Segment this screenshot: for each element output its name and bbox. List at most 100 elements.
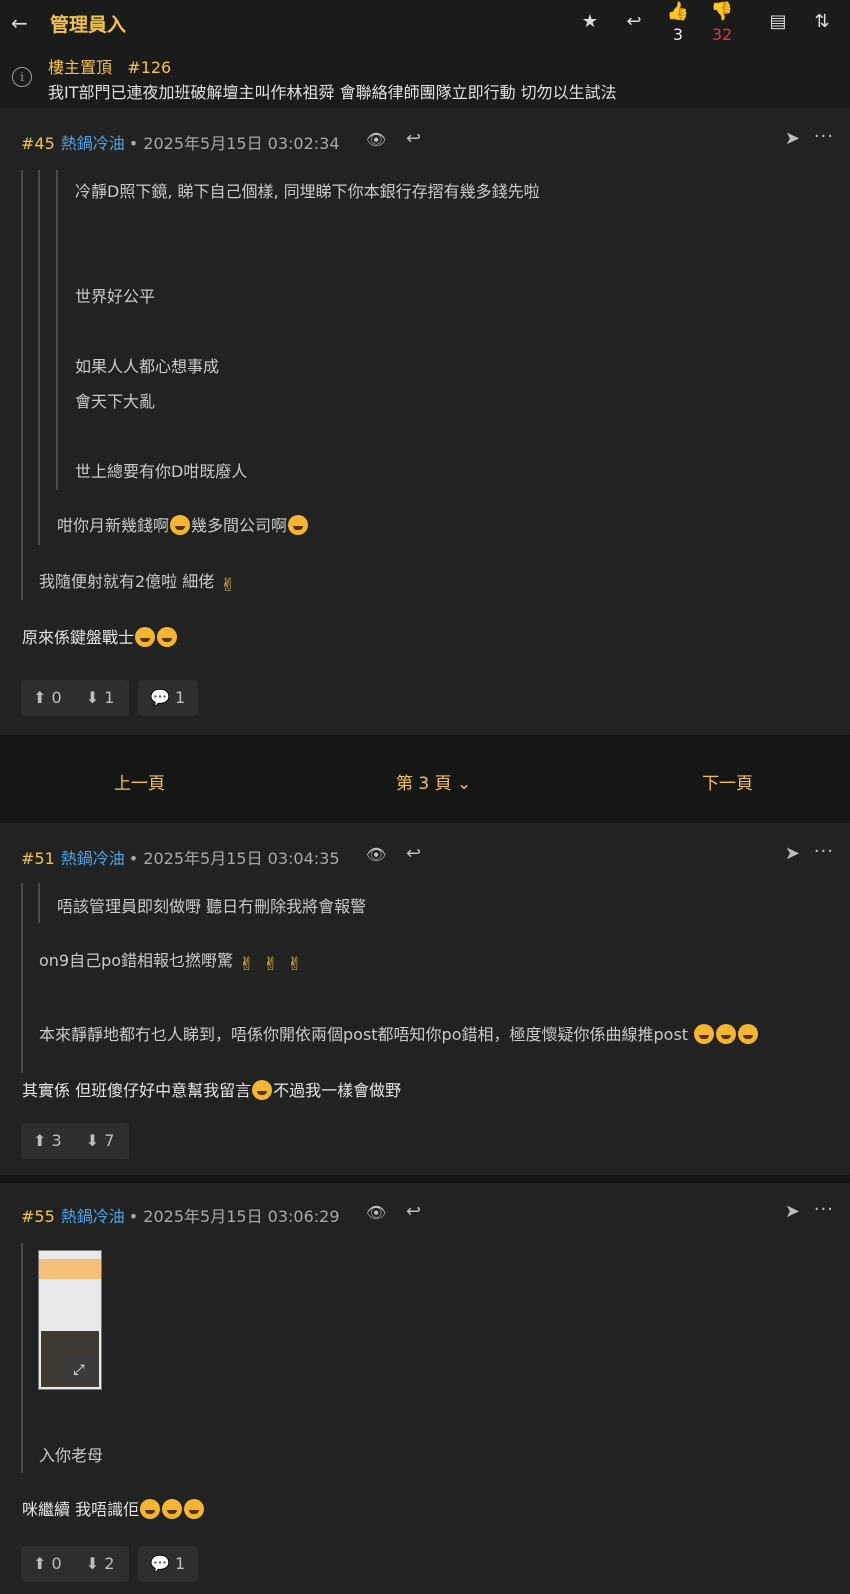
prev-page-button[interactable]: 上一頁 — [114, 769, 165, 794]
share-icon[interactable]: ➤ — [785, 1201, 800, 1222]
laugh-emoji-icon — [252, 1080, 273, 1100]
quote-line: 我隨便射就有2億啦 細佬 ✌ — [39, 568, 243, 597]
quote-line: 咁你月新幾錢啊 幾多間公司啊 — [57, 512, 309, 536]
share-icon[interactable]: ➤ — [785, 128, 800, 149]
post-55: #55 熱鍋冷油 • 2025年5月15日 03:06:29 👁 ↩ ➤ ··· 入… — [0, 1183, 850, 1594]
image-icon[interactable]: ▤ — [766, 12, 790, 32]
post-number[interactable]: #55 — [21, 1207, 55, 1226]
image-thumbnail[interactable]: ⤢ — [38, 1250, 102, 1390]
laugh-emoji-icon — [140, 1499, 161, 1519]
share-icon[interactable]: ➤ — [785, 843, 800, 864]
star-icon[interactable]: ★ — [578, 12, 602, 32]
info-icon: i — [12, 67, 32, 87]
thumb-up-icon[interactable]: 👍 — [666, 2, 690, 22]
upvote-count: 0 — [51, 688, 62, 707]
quote-text: 世上總要有你D咁既廢人 — [75, 462, 248, 481]
downvote-count: 2 — [104, 1554, 115, 1573]
upvote-button[interactable]: ⬆ 3 — [33, 1131, 74, 1150]
upvote-button[interactable]: ⬆ 0 — [33, 1554, 74, 1573]
quote-text: 世界好公平 — [75, 287, 156, 306]
back-arrow-icon[interactable]: ← — [11, 12, 33, 34]
author-name[interactable]: 熱鍋冷油 — [61, 134, 125, 153]
quote-bar — [56, 170, 58, 490]
comment-icon: 💬 1 — [150, 1554, 186, 1573]
quote-text: 會天下大亂 — [75, 392, 156, 411]
post-body: 咪繼續 我唔識佢 — [22, 1496, 205, 1520]
comment-icon: 💬 1 — [150, 688, 186, 707]
reply-icon[interactable]: ↩ — [406, 128, 421, 149]
author-name[interactable]: 熱鍋冷油 — [61, 849, 125, 868]
comments-button[interactable]: 💬 1 — [138, 680, 198, 716]
pinned-label-text: 樓主置頂 — [48, 58, 113, 77]
upvote-count: 3 — [51, 1131, 62, 1150]
post-number[interactable]: #45 — [21, 134, 55, 153]
reply-icon[interactable]: ↩ — [406, 843, 421, 864]
reply-icon[interactable]: ↩ — [406, 1201, 421, 1222]
cry-emoji-icon — [694, 1024, 715, 1044]
clap-emoji-icon: ✌ — [263, 954, 279, 975]
downvote-button[interactable]: ⬇ 1 — [86, 688, 127, 707]
comments-button[interactable]: 💬 1 — [138, 1546, 198, 1582]
top-bar: ← 管理員入 ★ ↩ 👍 3 👎 32 ▤ ⇅ — [0, 0, 850, 49]
quote-bar — [21, 170, 23, 600]
upvote-count: 0 — [51, 1554, 62, 1573]
cry-emoji-icon — [738, 1024, 759, 1044]
quote-text: 幾多間公司啊 — [191, 516, 288, 535]
pinned-label: 樓主置頂 #126 — [48, 54, 171, 78]
downvote-button[interactable]: ⬇ 7 — [86, 1131, 127, 1150]
more-icon[interactable]: ··· — [814, 1199, 834, 1220]
post-51: #51 熱鍋冷油 • 2025年5月15日 03:04:35 👁 ↩ ➤ ··· 唔… — [0, 823, 850, 1175]
pagination: 上一頁 第 3 頁 ⌄ 下一頁 — [0, 735, 850, 823]
clap-emoji-icon: ✌ — [239, 954, 255, 975]
thread-title[interactable]: 管理員入 — [50, 10, 126, 37]
downvote-button[interactable]: ⬇ 2 — [86, 1554, 127, 1573]
current-page: 第 3 頁 — [396, 774, 452, 794]
quote-text: 咁你月新幾錢啊 — [57, 516, 170, 535]
pinned-text: 我IT部門已連夜加班破解壇主叫作林祖舜 會聯絡律師團隊立即行動 切勿以生試法 — [48, 83, 617, 102]
chevron-down-icon: ⌄ — [457, 774, 472, 794]
more-icon[interactable]: ··· — [814, 126, 834, 147]
downvote-count: 1 — [104, 688, 115, 707]
quote-line: on9自己po錯相報乜撚嘢驚 ✌ ✌ ✌ — [39, 947, 310, 976]
upvote-button[interactable]: ⬆ 0 — [33, 688, 74, 707]
post-date: • 2025年5月15日 03:02:34 — [128, 134, 340, 153]
laugh-emoji-icon — [184, 1499, 205, 1519]
post-header: #55 熱鍋冷油 • 2025年5月15日 03:06:29 — [21, 1203, 340, 1233]
post-header: #45 熱鍋冷油 • 2025年5月15日 03:02:34 — [21, 130, 340, 160]
post-body-text: 咪繼續 我唔識佢 — [22, 1500, 140, 1519]
post-45: #45 熱鍋冷油 • 2025年5月15日 03:02:34 👁 ↩ ➤ ··· 冷… — [0, 108, 850, 735]
laugh-emoji-icon — [157, 627, 178, 647]
hide-icon[interactable]: 👁 — [366, 130, 386, 149]
hide-icon[interactable]: 👁 — [366, 1203, 386, 1222]
clap-emoji-icon: ✌ — [220, 575, 236, 596]
post-header: #51 熱鍋冷油 • 2025年5月15日 03:04:35 — [21, 845, 340, 875]
expand-icon[interactable]: ⤢ — [61, 1355, 97, 1385]
laugh-emoji-icon — [288, 515, 309, 535]
quote-text: 冷靜D照下鏡, 睇下自己個樣, 同埋睇下你本銀行存摺有幾多錢先啦 — [75, 182, 540, 201]
post-number[interactable]: #51 — [21, 849, 55, 868]
pinned-post-number: #126 — [127, 58, 172, 77]
pinned-banner[interactable]: i 樓主置頂 #126 我IT部門已連夜加班破解壇主叫作林祖舜 會聯絡律師團隊立… — [0, 48, 850, 108]
hide-icon[interactable]: 👁 — [366, 845, 386, 864]
quote-text: 唔該管理員即刻做嘢 聽日冇刪除我將會報警 — [57, 897, 367, 916]
more-icon[interactable]: ··· — [814, 841, 834, 862]
clap-emoji-icon: ✌ — [287, 954, 303, 975]
quote-bar — [38, 883, 40, 923]
quote-line: 本來靜靜地都冇乜人睇到，唔係你開依兩個post都唔知你po錯相，極度懷疑你係曲線… — [39, 1021, 759, 1045]
author-name[interactable]: 熱鍋冷油 — [61, 1207, 125, 1226]
post-body-text: 其實係 但班傻仔好中意幫我留言 — [22, 1081, 252, 1100]
downvote-count: 7 — [104, 1131, 115, 1150]
post-date: • 2025年5月15日 03:06:29 — [128, 1207, 340, 1226]
page-selector[interactable]: 第 3 頁 ⌄ — [396, 769, 471, 794]
laugh-emoji-icon — [135, 627, 156, 647]
comment-count: 1 — [175, 688, 186, 707]
comment-count: 1 — [175, 1554, 186, 1573]
thumb-down-icon[interactable]: 👎 — [710, 2, 734, 22]
sort-icon[interactable]: ⇅ — [810, 12, 834, 32]
quote-bar — [38, 170, 40, 545]
next-page-button[interactable]: 下一頁 — [702, 769, 753, 794]
reply-icon[interactable]: ↩ — [622, 12, 646, 32]
post-date: • 2025年5月15日 03:04:35 — [128, 849, 340, 868]
post-body-text: 不過我一樣會做野 — [273, 1081, 402, 1100]
dislike-count: 32 — [711, 25, 733, 44]
